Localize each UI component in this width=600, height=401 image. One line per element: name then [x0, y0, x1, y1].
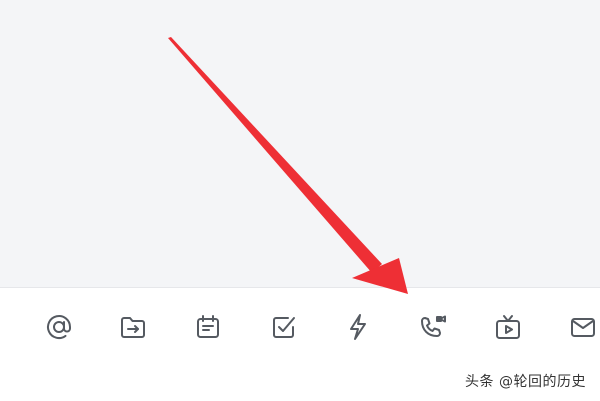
calendar-button[interactable]	[189, 308, 227, 346]
mail-icon	[571, 318, 595, 337]
task-button[interactable]	[265, 308, 303, 346]
at-mention-icon	[47, 315, 71, 339]
file-transfer-button[interactable]	[114, 308, 152, 346]
mention-button[interactable]	[40, 308, 78, 346]
live-video-button[interactable]	[489, 308, 527, 346]
call-button[interactable]	[413, 308, 451, 346]
calendar-icon	[197, 315, 219, 338]
tv-play-icon	[496, 315, 520, 339]
watermark-text: 头条 @轮回的历史	[465, 374, 586, 390]
quick-reply-button[interactable]	[339, 308, 377, 346]
phone-video-call-icon	[421, 315, 446, 337]
chat-input-toolbar: 头条 @轮回的历史	[0, 287, 600, 401]
checkbox-task-icon	[273, 317, 295, 338]
lightning-icon	[350, 314, 366, 340]
mail-button[interactable]	[564, 308, 600, 346]
folder-transfer-icon	[121, 317, 145, 338]
chat-content-area	[0, 0, 600, 287]
